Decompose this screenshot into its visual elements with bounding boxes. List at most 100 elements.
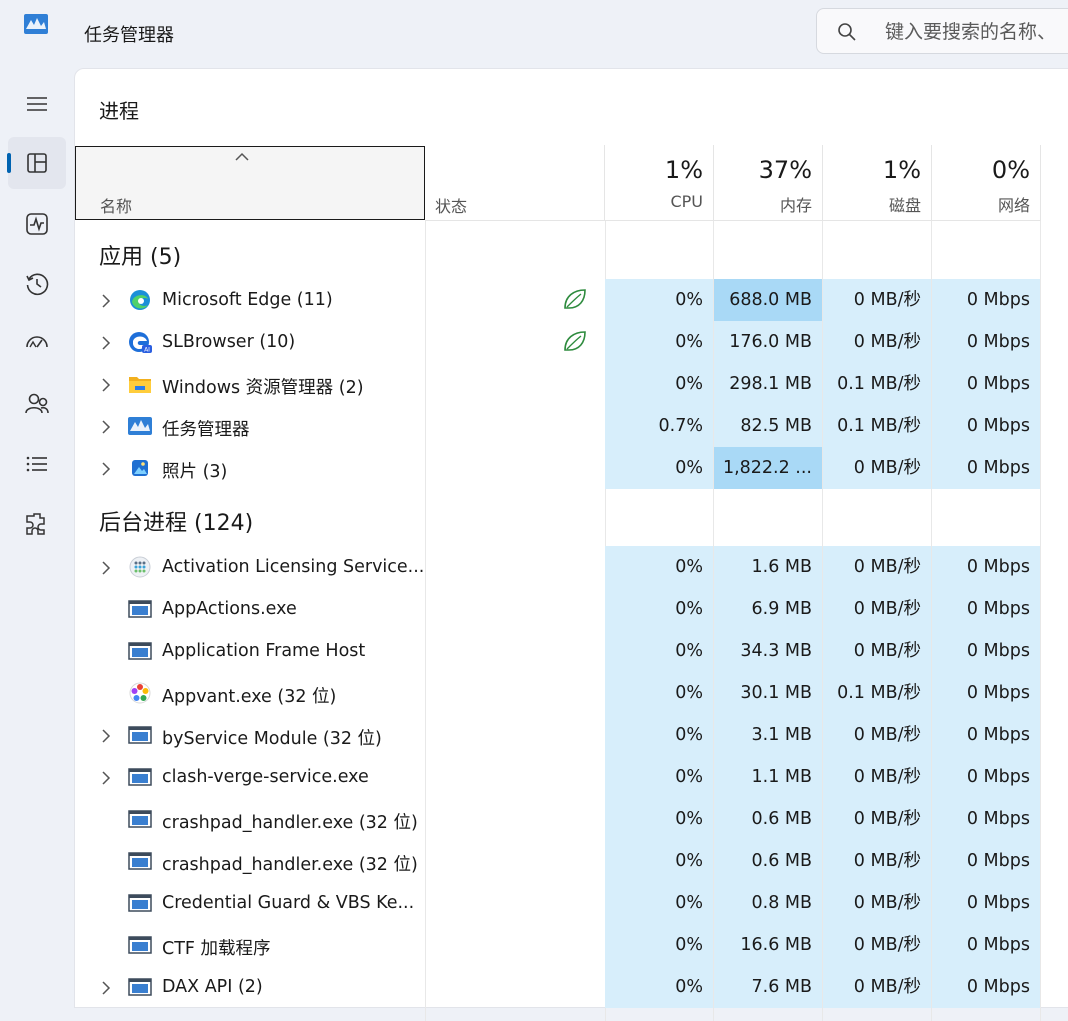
process-row[interactable]: CTF 加载程序 0% 16.6 MB 0 MB/秒 0 Mbps — [75, 924, 1041, 966]
group-header-background: 后台进程 (124) — [75, 489, 1041, 545]
memory-cell: 1.6 MB — [714, 546, 822, 588]
network-cell: 0 Mbps — [932, 714, 1040, 756]
process-row[interactable]: crashpad_handler.exe (32 位) 0% 0.6 MB 0 MB/… — [75, 840, 1041, 882]
network-cell: 0 Mbps — [932, 966, 1040, 1008]
memory-cell: 6.9 MB — [714, 588, 822, 630]
disk-cell: 0 MB/秒 — [823, 546, 931, 588]
process-row[interactable]: byService Module (32 位) 0% 3.1 MB 0 MB/秒 0 M… — [75, 714, 1041, 756]
process-row[interactable]: clash-verge-service.exe 0% 1.1 MB 0 MB/秒 0 M… — [75, 756, 1041, 798]
nav-details[interactable] — [8, 438, 66, 490]
process-row[interactable]: DAX API (2) 0% 7.6 MB 0 MB/秒 0 Mbps — [75, 966, 1041, 1008]
nav-startup-apps[interactable] — [8, 318, 66, 370]
network-cell: 0 Mbps — [932, 756, 1040, 798]
nav-menu-button[interactable] — [8, 78, 66, 130]
cpu-cell: 0% — [605, 756, 713, 798]
expand-chevron-icon[interactable] — [101, 728, 111, 743]
column-label-disk: 磁盘 — [888, 196, 921, 215]
cpu-total-percent: 1% — [664, 156, 703, 184]
memory-cell: 16.6 MB — [714, 924, 822, 966]
expand-chevron-icon[interactable] — [101, 419, 111, 434]
cpu-cell: 0% — [605, 714, 713, 756]
disk-cell: 0 MB/秒 — [823, 447, 931, 489]
window-app-icon — [128, 598, 152, 620]
performance-icon — [26, 213, 48, 235]
network-cell: 0 Mbps — [932, 630, 1040, 672]
nav-performance[interactable] — [8, 198, 66, 250]
window-app-icon — [128, 808, 152, 830]
column-header-name[interactable]: 名称 — [75, 146, 425, 220]
process-row[interactable]: crashpad_handler.exe (32 位) 0% 0.6 MB 0 MB/… — [75, 798, 1041, 840]
group-title-apps: 应用 (5) — [99, 245, 182, 270]
disk-cell: 0.1 MB/秒 — [823, 672, 931, 714]
group-title-background: 后台进程 (124) — [99, 511, 254, 536]
network-cell: 0 Mbps — [932, 798, 1040, 840]
efficiency-mode-leaf-icon — [562, 329, 588, 353]
slbrowser-icon: AI — [128, 331, 152, 354]
network-cell: 0 Mbps — [932, 405, 1040, 447]
process-row[interactable]: Credential Guard & VBS Ke... 0% 0.8 MB 0 MB… — [75, 882, 1041, 924]
network-cell: 0 Mbps — [932, 840, 1040, 882]
cpu-cell: 0% — [605, 588, 713, 630]
disk-cell: 0 MB/秒 — [823, 840, 931, 882]
cpu-cell: 0% — [605, 321, 713, 363]
cpu-cell: 0% — [605, 924, 713, 966]
page-title: 进程 — [99, 99, 139, 123]
search-input[interactable] — [885, 17, 1068, 47]
process-name: Appvant.exe (32 位) — [162, 687, 337, 707]
nav-app-history[interactable] — [8, 258, 66, 310]
memory-cell: 30.1 MB — [714, 672, 822, 714]
memory-cell: 0.6 MB — [714, 840, 822, 882]
app-history-icon — [26, 273, 49, 296]
column-header-status[interactable]: 状态 — [425, 145, 605, 221]
disk-cell: 0 MB/秒 — [823, 321, 931, 363]
cpu-cell: 0.7% — [605, 405, 713, 447]
network-cell: 0 Mbps — [932, 546, 1040, 588]
process-name: crashpad_handler.exe (32 位) — [162, 855, 418, 875]
column-label-network: 网络 — [997, 196, 1030, 215]
process-name: byService Module (32 位) — [162, 729, 382, 749]
column-header-memory[interactable]: 37% 内存 — [714, 145, 823, 221]
expand-chevron-icon[interactable] — [101, 461, 111, 476]
startup-apps-icon — [26, 336, 48, 348]
nav-processes[interactable] — [7, 137, 66, 189]
expand-chevron-icon[interactable] — [101, 980, 111, 995]
process-name: Credential Guard & VBS Ke... — [162, 893, 415, 913]
disk-cell: 0 MB/秒 — [823, 966, 931, 1008]
memory-cell: 82.5 MB — [714, 405, 822, 447]
search-box[interactable] — [816, 8, 1068, 54]
memory-total-percent: 37% — [758, 156, 812, 184]
process-name: clash-verge-service.exe — [162, 767, 369, 787]
process-row[interactable]: AppActions.exe 0% 6.9 MB 0 MB/秒 0 Mbps — [75, 588, 1041, 630]
process-row[interactable]: Microsoft Edge (11) 0% 688.0 MB 0 MB/秒 0 Mbp… — [75, 279, 1041, 321]
disk-cell: 0 MB/秒 — [823, 630, 931, 672]
process-row[interactable]: 照片 (3) 0% 1,822.2 ... 0 MB/秒 0 Mbps — [75, 447, 1041, 489]
expand-chevron-icon[interactable] — [101, 377, 111, 392]
process-name: AppActions.exe — [162, 599, 297, 619]
process-row[interactable]: AI SLBrowser (10) 0% 176.0 MB 0 MB/秒 0 Mbps — [75, 321, 1041, 363]
memory-cell: 3.1 MB — [714, 714, 822, 756]
expand-chevron-icon[interactable] — [101, 293, 111, 308]
cpu-cell: 0% — [605, 630, 713, 672]
expand-chevron-icon[interactable] — [101, 770, 111, 785]
services-icon — [26, 513, 45, 535]
process-row[interactable]: 任务管理器 0.7% 82.5 MB 0.1 MB/秒 0 Mbps — [75, 405, 1041, 447]
process-row[interactable]: Activation Licensing Service... 0% 1.6 MB 0… — [75, 546, 1041, 588]
column-header-disk[interactable]: 1% 磁盘 — [823, 145, 932, 221]
window-app-icon — [128, 850, 152, 872]
memory-cell: 0.6 MB — [714, 798, 822, 840]
process-row[interactable]: Appvant.exe (32 位) 0% 30.1 MB 0.1 MB/秒 0 Mbp… — [75, 672, 1041, 714]
process-name: 照片 (3) — [162, 462, 228, 482]
column-header-cpu[interactable]: 1% CPU — [605, 145, 714, 221]
cpu-cell: 0% — [605, 882, 713, 924]
expand-chevron-icon[interactable] — [101, 560, 111, 575]
disk-cell: 0 MB/秒 — [823, 279, 931, 321]
navigation-rail — [0, 68, 74, 1001]
nav-users[interactable] — [8, 378, 66, 430]
process-row[interactable]: Application Frame Host 0% 34.3 MB 0 MB/秒 0 M… — [75, 630, 1041, 672]
process-row[interactable]: Windows 资源管理器 (2) 0% 298.1 MB 0.1 MB/秒 0 Mbp… — [75, 363, 1041, 405]
expand-chevron-icon[interactable] — [101, 335, 111, 350]
disk-cell: 0 MB/秒 — [823, 882, 931, 924]
column-header-network[interactable]: 0% 网络 — [932, 145, 1041, 221]
title-bar: 任务管理器 — [0, 0, 1068, 68]
nav-services[interactable] — [8, 498, 66, 550]
